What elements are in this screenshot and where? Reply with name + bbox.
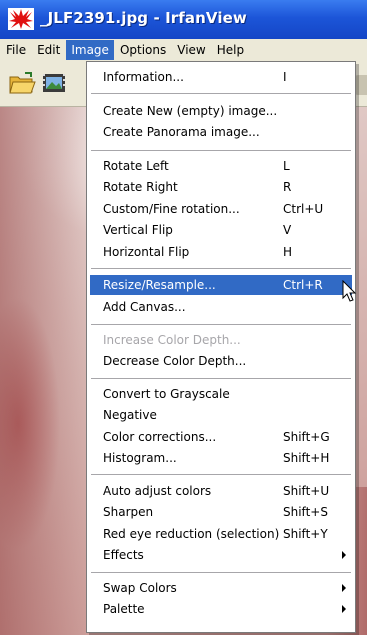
menu-item-swap-colors[interactable]: Swap Colors [90, 578, 352, 598]
menu-item-custom-rotation[interactable]: Custom/Fine rotation... Ctrl+U [90, 199, 352, 219]
menu-item-effects[interactable]: Effects [90, 545, 352, 565]
menu-item-histogram[interactable]: Histogram... Shift+H [90, 448, 352, 468]
menu-options[interactable]: Options [115, 40, 171, 60]
menu-item-information[interactable]: Information... I [90, 67, 352, 87]
menu-item-auto-adjust-colors[interactable]: Auto adjust colors Shift+U [90, 481, 352, 501]
menu-file[interactable]: File [1, 40, 31, 60]
menu-item-color-corrections[interactable]: Color corrections... Shift+G [90, 427, 352, 447]
irfanview-red-cat-icon [8, 8, 34, 30]
submenu-arrow-icon [342, 584, 346, 592]
submenu-arrow-icon [342, 605, 346, 613]
menu-item-red-eye-reduction[interactable]: Red eye reduction (selection) Shift+Y [90, 524, 352, 544]
menu-bar: File Edit Image Options View Help [0, 39, 367, 61]
menu-view[interactable]: View [172, 40, 210, 60]
menu-item-resize-resample[interactable]: Resize/Resample... Ctrl+R [90, 275, 352, 295]
menu-edit[interactable]: Edit [32, 40, 65, 60]
menu-help[interactable]: Help [212, 40, 249, 60]
menu-item-sharpen[interactable]: Sharpen Shift+S [90, 502, 352, 522]
window-title: _JLF2391.jpg - IrfanView [40, 9, 247, 27]
slideshow-icon[interactable] [40, 70, 68, 96]
menu-item-convert-grayscale[interactable]: Convert to Grayscale [90, 384, 352, 404]
menu-item-palette[interactable]: Palette [90, 599, 352, 619]
irfanview-window: _JLF2391.jpg - IrfanView File Edit Image… [0, 0, 367, 635]
menu-item-decrease-color-depth[interactable]: Decrease Color Depth... [90, 351, 352, 371]
title-bar: _JLF2391.jpg - IrfanView [0, 0, 367, 39]
menu-item-rotate-left[interactable]: Rotate Left L [90, 156, 352, 176]
menu-item-negative[interactable]: Negative [90, 405, 352, 425]
mouse-pointer-icon [342, 280, 357, 302]
menu-separator [91, 378, 351, 379]
menu-image[interactable]: Image [66, 40, 114, 60]
submenu-arrow-icon [342, 551, 346, 559]
menu-separator [91, 474, 351, 475]
open-folder-icon[interactable] [8, 70, 36, 96]
menu-item-create-new-image[interactable]: Create New (empty) image... [90, 101, 352, 121]
menu-separator [91, 324, 351, 325]
menu-separator [91, 268, 351, 269]
menu-item-horizontal-flip[interactable]: Horizontal Flip H [90, 242, 352, 262]
image-menu-dropdown: Information... I Create New (empty) imag… [86, 61, 356, 633]
image-shadow-region [0, 107, 90, 635]
menu-item-create-panorama[interactable]: Create Panorama image... [90, 122, 352, 142]
menu-item-rotate-right[interactable]: Rotate Right R [90, 177, 352, 197]
menu-item-increase-color-depth: Increase Color Depth... [103, 333, 241, 347]
menu-separator [91, 150, 351, 151]
menu-item-vertical-flip[interactable]: Vertical Flip V [90, 220, 352, 240]
menu-item-add-canvas[interactable]: Add Canvas... [90, 297, 352, 317]
menu-separator [91, 572, 351, 573]
menu-separator [91, 93, 351, 94]
